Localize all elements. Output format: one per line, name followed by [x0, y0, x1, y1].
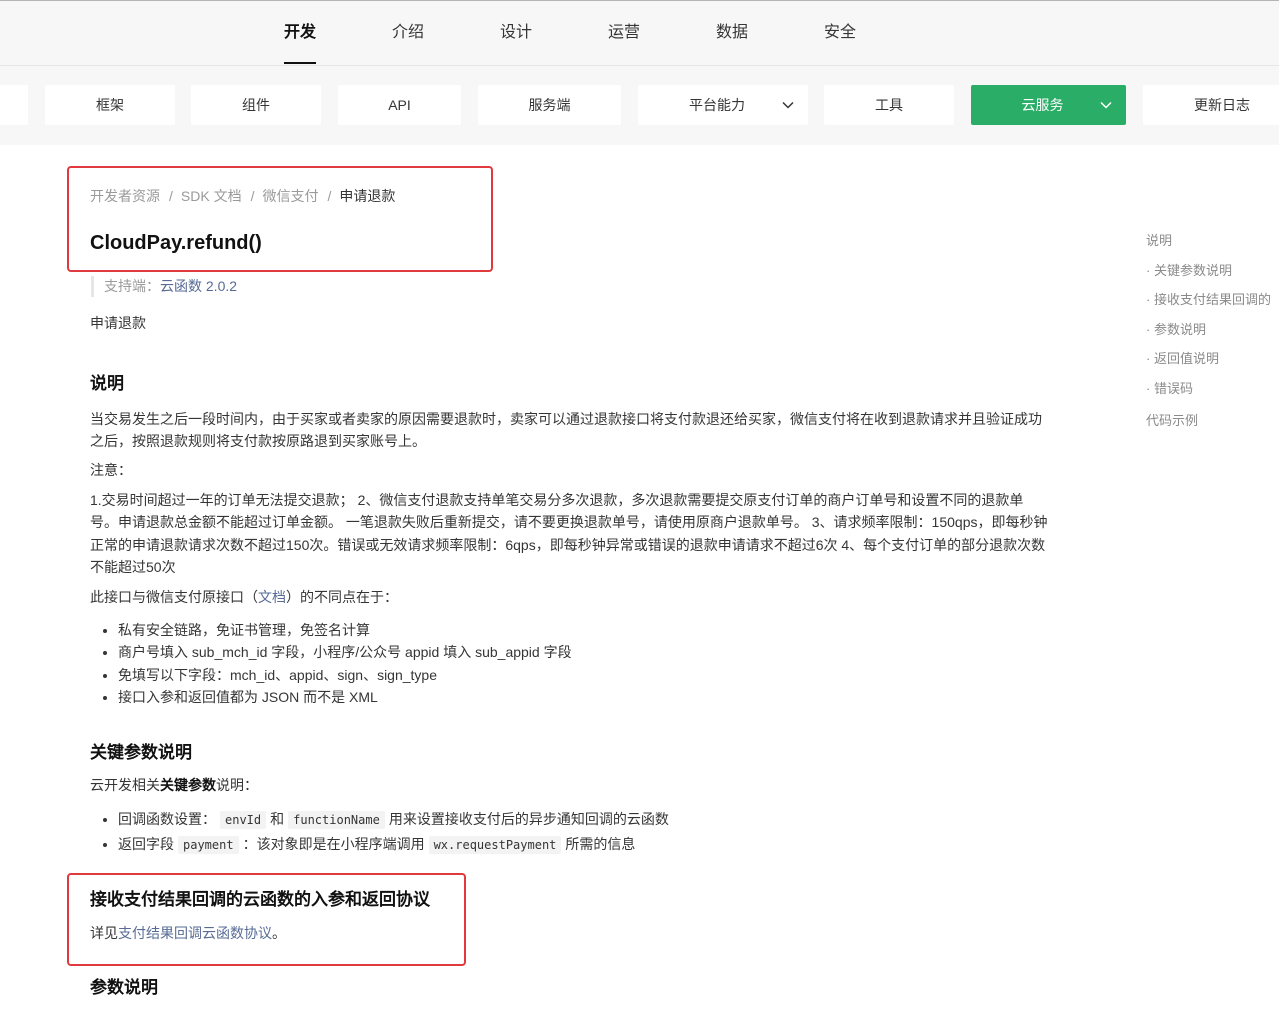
list-item-text: 所需的信息 [565, 836, 636, 852]
sub-nav-item-server[interactable]: 服务端 [478, 85, 621, 125]
differences-intro: 此接口与微信支付原接口（文档）的不同点在于： [90, 586, 1050, 608]
highlight-box [67, 873, 466, 966]
description-paragraph: 当交易发生之后一段时间内，由于买家或者卖家的原因需要退款时，卖家可以通过退款接口… [90, 411, 1042, 450]
tab-operations[interactable]: 运营 [570, 1, 678, 65]
breadcrumb-item[interactable]: SDK 文档 [181, 188, 242, 204]
section-heading-params: 参数说明 [90, 978, 158, 997]
sub-nav-item-tools[interactable]: 工具 [824, 85, 954, 125]
section-heading-key-params: 关键参数说明 [90, 743, 192, 762]
active-tab-indicator [284, 62, 316, 64]
inline-code: envId [220, 811, 267, 829]
section-heading-description: 说明 [90, 374, 124, 393]
breadcrumb-item[interactable]: 开发者资源 [90, 188, 160, 204]
list-item: 接口入参和返回值都为 JSON 而不是 XML [118, 686, 1050, 708]
list-item: 免填写以下字段：mch_id、appid、sign、sign_type [118, 664, 1050, 686]
key-params-intro-suffix: 说明： [216, 777, 258, 793]
sub-nav-label: 云服务 [1021, 97, 1064, 113]
note-text: 1.交易时间超过一年的订单无法提交退款； 2、微信支付退款支持单笔交易分多次退款… [90, 492, 1048, 576]
tab-develop[interactable]: 开发 [246, 1, 354, 65]
callback-protocol-text: 详见支付结果回调云函数协议。 [90, 922, 1050, 944]
page-title: CloudPay.refund() [90, 232, 262, 254]
toc-item-callback-protocol[interactable]: 接收支付结果回调的 [1146, 290, 1279, 310]
key-params-list: 回调函数设置：envId和functionName用来设置接收支付后的异步通知回… [90, 807, 1050, 857]
toc-item-return-values[interactable]: 返回值说明 [1146, 349, 1279, 369]
inline-code: functionName [288, 811, 385, 829]
callback-protocol-link[interactable]: 支付结果回调云函数协议 [118, 925, 272, 941]
list-item-text: 返回字段 [118, 836, 174, 852]
tab-design[interactable]: 设计 [462, 1, 570, 65]
inline-code: wx.requestPayment [428, 836, 562, 854]
list-item-text: 和 [270, 811, 285, 827]
sub-nav-item-partial[interactable] [0, 85, 28, 125]
sub-nav-label: 服务端 [528, 97, 571, 113]
list-item-text: 回调函数设置： [118, 811, 216, 827]
sub-nav-label: API [388, 97, 411, 113]
sub-nav-label: 平台能力 [689, 97, 745, 113]
breadcrumb: 开发者资源 / SDK 文档 / 微信支付 / 申请退款 [90, 186, 395, 206]
sub-nav-item-framework[interactable]: 框架 [45, 85, 175, 125]
breadcrumb-current: 申请退款 [339, 188, 396, 204]
differences-intro-prefix: 此接口与微信支付原接口（ [90, 589, 258, 605]
sub-nav-label: 组件 [242, 97, 270, 113]
breadcrumb-separator: / [169, 188, 173, 204]
key-params-intro-prefix: 云开发相关 [90, 777, 160, 793]
toc-item-code-example[interactable]: 代码示例 [1146, 411, 1279, 431]
list-item: 商户号填入 sub_mch_id 字段，小程序/公众号 appid 填入 sub… [118, 641, 1050, 663]
key-params-intro-bold: 关键参数 [160, 777, 216, 793]
key-params-intro: 云开发相关关键参数说明： [90, 774, 1050, 796]
breadcrumb-separator: / [327, 188, 332, 204]
support-info: 支持端：云函数 2.0.2 [91, 276, 237, 297]
note-label: 注意： [90, 462, 132, 478]
section-heading-callback-protocol: 接收支付结果回调的云函数的入参和返回协议 [90, 890, 430, 909]
tab-intro[interactable]: 介绍 [354, 1, 462, 65]
support-version-link[interactable]: 云函数 2.0.2 [160, 278, 237, 294]
sub-nav-label: 框架 [96, 97, 124, 113]
list-item: 私有安全链路，免证书管理，免签名计算 [118, 619, 1050, 641]
chevron-down-icon [782, 101, 794, 109]
tab-data[interactable]: 数据 [678, 1, 786, 65]
table-of-contents: 说明 关键参数说明 接收支付结果回调的 参数说明 返回值说明 错误码 代码示例 [1146, 0, 1279, 1013]
list-item-text: 用来设置接收支付后的异步通知回调的云函数 [388, 811, 669, 827]
callback-protocol-prefix: 详见 [90, 925, 118, 941]
list-item-text: ：该对象即是在小程序端调用 [242, 836, 425, 852]
sub-nav-item-api[interactable]: API [338, 85, 461, 125]
support-label: 支持端： [104, 278, 160, 294]
page-intro: 申请退款 [90, 315, 146, 331]
docs-link[interactable]: 文档 [258, 589, 286, 605]
top-nav: 开发 介绍 设计 运营 数据 安全 [0, 0, 1279, 66]
inline-code: payment [178, 836, 239, 854]
sub-nav-item-cloud[interactable]: 云服务 [971, 85, 1126, 125]
callback-protocol-suffix: 。 [272, 925, 286, 941]
differences-intro-suffix: ）的不同点在于： [286, 589, 398, 605]
differences-list: 私有安全链路，免证书管理，免签名计算 商户号填入 sub_mch_id 字段，小… [90, 619, 1050, 709]
toc-item-params[interactable]: 参数说明 [1146, 320, 1279, 340]
sub-nav-item-components[interactable]: 组件 [191, 85, 321, 125]
list-item: 返回字段payment：该对象即是在小程序端调用wx.requestPaymen… [118, 832, 1050, 857]
sub-nav-item-platform[interactable]: 平台能力 [638, 85, 808, 125]
breadcrumb-separator: / [250, 188, 255, 204]
breadcrumb-item[interactable]: 微信支付 [262, 188, 318, 204]
sub-nav-label: 工具 [875, 97, 903, 113]
tab-security[interactable]: 安全 [786, 1, 894, 65]
sub-nav: 框架 组件 API 服务端 平台能力 工具 云服务 更新日志 [0, 66, 1279, 145]
list-item: 回调函数设置：envId和functionName用来设置接收支付后的异步通知回… [118, 807, 1050, 832]
toc-item-key-params[interactable]: 关键参数说明 [1146, 261, 1279, 281]
toc-item-error-codes[interactable]: 错误码 [1146, 379, 1279, 399]
toc-item-description[interactable]: 说明 [1146, 231, 1279, 251]
chevron-down-icon [1100, 101, 1112, 109]
